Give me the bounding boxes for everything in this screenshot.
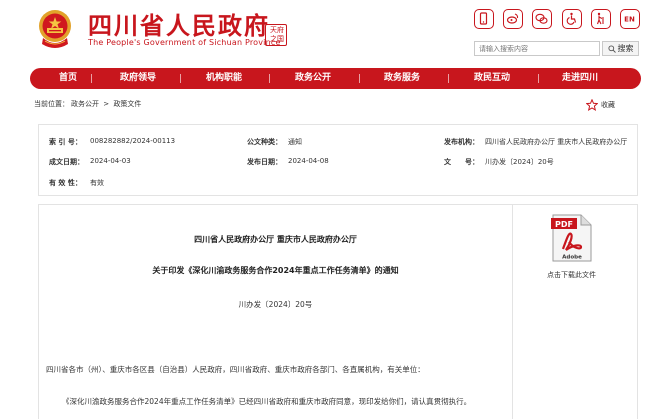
breadcrumb-prefix: 当前位置： — [34, 100, 69, 108]
meta-created-value: 2024-04-03 — [90, 157, 131, 165]
meta-validity-label: 有 效 性： — [49, 179, 82, 187]
article-paragraph: 《深化川渝政务服务合作2024年重点工作任务清单》已经四川省政府和重庆市政府同意… — [62, 397, 472, 406]
nav-divider — [538, 74, 539, 83]
meta-published-value: 2024-04-08 — [288, 157, 329, 165]
site-title: 四川省人民政府 — [88, 11, 270, 40]
national-emblem-icon — [39, 10, 71, 48]
pdf-badge-text: PDF — [555, 220, 573, 229]
nav-divider — [269, 74, 270, 83]
site-header: 四川省人民政府 The People's Government of Sichu… — [0, 0, 650, 66]
accessibility-icon[interactable] — [562, 9, 582, 29]
meta-index-label: 索 引 号： — [49, 138, 82, 146]
pdf-file-icon[interactable]: PDF Adobe — [551, 214, 593, 262]
nav-divider — [359, 74, 360, 83]
pdf-download-link[interactable]: 点击下载此文件 — [513, 270, 630, 280]
meta-issuer-label: 发布机构： — [444, 138, 479, 146]
meta-docno-value: 川办发〔2024〕20号 — [485, 158, 554, 166]
nav-divider — [448, 74, 449, 83]
meta-created-label: 成文日期： — [49, 158, 84, 166]
wechat-icon[interactable] — [532, 9, 552, 29]
favorite-button[interactable]: 收藏 — [586, 98, 615, 112]
nav-item-gov-affairs[interactable]: 政务公开 — [275, 68, 351, 89]
english-icon-text: EN — [624, 16, 635, 24]
breadcrumb-link-gov-affairs[interactable]: 政务公开 — [71, 100, 99, 108]
seal-logo: 天府 之国 — [265, 24, 287, 46]
search-button[interactable]: 搜索 — [602, 41, 639, 56]
top-icon-bar: EN — [474, 9, 640, 31]
meta-docno-label: 文 号： — [444, 158, 479, 166]
meta-issuer-value: 四川省人民政府办公厅 重庆市人民政府办公厅 — [485, 138, 628, 146]
search-input[interactable] — [474, 41, 600, 56]
favorite-label: 收藏 — [601, 101, 615, 109]
site-subtitle: The People's Government of Sichuan Provi… — [88, 38, 281, 47]
breadcrumb-link-policy[interactable]: 政策文件 — [113, 100, 141, 108]
nav-item-interaction[interactable]: 政民互动 — [454, 68, 530, 89]
article-title: 关于印发《深化川渝政务服务合作2024年重点工作任务清单》的通知 — [152, 266, 399, 275]
nav-item-home[interactable]: 首页 — [30, 68, 106, 89]
search-icon — [607, 44, 616, 53]
search-button-label: 搜索 — [617, 44, 634, 53]
nav-item-functions[interactable]: 机构职能 — [186, 68, 262, 89]
meta-index-value: 008282882/2024-00113 — [90, 137, 176, 145]
nav-divider — [180, 74, 181, 83]
adobe-text: Adobe — [562, 255, 582, 261]
seal-text: 天府 之国 — [270, 26, 284, 43]
english-icon[interactable]: EN — [620, 9, 640, 29]
elderly-icon[interactable] — [591, 9, 611, 29]
article-paragraph: 四川省各市（州）、重庆市各区县（自治县）人民政府，四川省政府、重庆市政府各部门、… — [46, 365, 425, 374]
article-issuer: 四川省人民政府办公厅 重庆市人民政府办公厅 — [194, 235, 357, 244]
nav-divider — [91, 74, 92, 83]
meta-category-label: 公文种类： — [247, 138, 282, 146]
main-nav: 首页 政府领导 机构职能 政务公开 政务服务 政民互动 走进四川 — [30, 68, 641, 89]
meta-published-label: 发布日期： — [247, 158, 282, 166]
nav-item-leaders[interactable]: 政府领导 — [100, 68, 176, 89]
weibo-icon[interactable] — [503, 9, 523, 29]
search-bar: 搜索 — [474, 41, 639, 56]
star-icon — [586, 99, 598, 111]
article-doc-number: 川办发〔2024〕20号 — [238, 300, 313, 309]
mobile-icon[interactable] — [474, 9, 494, 29]
meta-category-value: 通知 — [288, 138, 302, 146]
breadcrumb: 当前位置： 政务公开 > 政策文件 — [34, 99, 143, 109]
breadcrumb-separator: > — [103, 100, 110, 108]
meta-validity-value: 有效 — [90, 179, 104, 187]
nav-item-services[interactable]: 政务服务 — [364, 68, 440, 89]
nav-item-about-sichuan[interactable]: 走进四川 — [542, 68, 618, 89]
